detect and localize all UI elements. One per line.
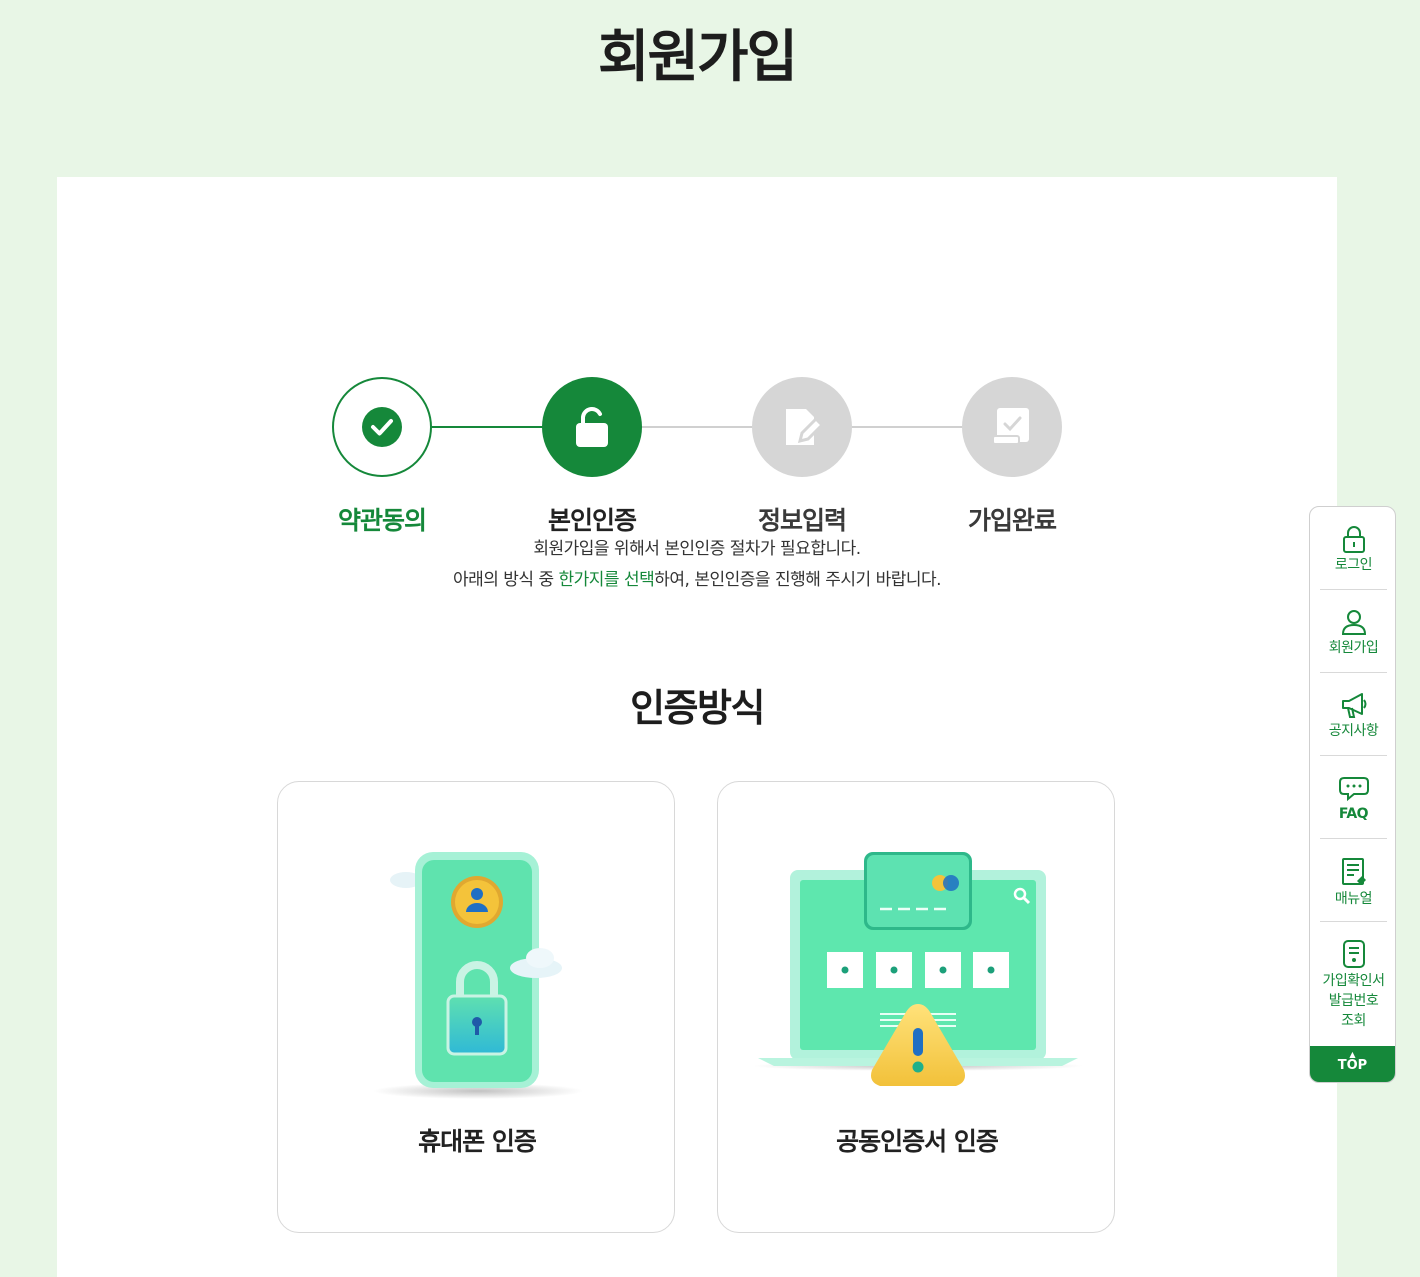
quick-menu-signup-confirmation[interactable]: 가입확인서 발급번호 조회: [1318, 939, 1389, 1031]
chat-bubble-icon: [1338, 777, 1369, 802]
quick-menu-label-line: 조회: [1341, 1013, 1366, 1029]
quick-menu-divider: [1320, 921, 1387, 922]
quick-menu-label: FAQ: [1338, 806, 1369, 822]
quick-menu-label: 공지사항: [1328, 723, 1379, 739]
phone-lock-illustration: [373, 852, 583, 1099]
edit-document-icon: [786, 409, 824, 445]
step-label: 정보입력: [757, 506, 847, 535]
content-panel: 약관동의 본인인증 정보입력 가입완료 회원가입을 위해서 본인인증 절차가 필…: [57, 177, 1337, 1277]
step-identity-verification: 본인인증: [512, 377, 672, 537]
intro-text: 회원가입을 위해서 본인인증 절차가 필요합니다. 아래의 방식 중 한가지를 …: [57, 534, 1337, 596]
certificate-verification-label: 공동인증서 인증: [836, 1127, 999, 1156]
quick-menu-manual[interactable]: 매뉴얼: [1318, 857, 1389, 909]
unlock-icon: [576, 407, 608, 447]
quick-menu: 로그인 회원가입 공지사항 FAQ 매뉴얼 가입확인서 발급번호 조회 ▲ TO…: [1309, 506, 1396, 1083]
intro-line-2-suffix: 하여, 본인인증을 진행해 주시기 바랍니다.: [654, 570, 942, 590]
step-label: 본인인증: [547, 506, 637, 535]
quick-menu-label: 회원가입: [1328, 640, 1379, 656]
quick-menu-label: 로그인: [1334, 557, 1373, 573]
quick-menu-login[interactable]: 로그인: [1318, 525, 1389, 575]
step-label: 가입완료: [967, 506, 1057, 535]
check-icon: [362, 407, 402, 447]
lock-icon: [1342, 526, 1365, 553]
manual-icon: [1341, 858, 1366, 885]
quick-menu-label: 매뉴얼: [1334, 891, 1373, 907]
step-info-input: 정보입력: [722, 377, 882, 537]
scroll-top-label: TOP: [1337, 1058, 1368, 1073]
scroll-top-button[interactable]: ▲ TOP: [1310, 1046, 1395, 1082]
quick-menu-divider: [1320, 755, 1387, 756]
quick-menu-divider: [1320, 672, 1387, 673]
quick-menu-notice[interactable]: 공지사항: [1318, 691, 1389, 741]
user-icon: [1341, 610, 1366, 635]
certificate-verification-card[interactable]: 공동인증서 인증: [717, 781, 1115, 1233]
intro-line-2: 아래의 방식 중 한가지를 선택하여, 본인인증을 진행해 주시기 바랍니다.: [57, 565, 1337, 596]
step-indicator: 약관동의 본인인증 정보입력 가입완료: [57, 277, 1337, 535]
intro-line-1: 회원가입을 위해서 본인인증 절차가 필요합니다.: [533, 539, 861, 559]
quick-menu-faq[interactable]: FAQ: [1318, 774, 1389, 824]
receipt-icon: [1342, 940, 1365, 968]
quick-menu-label-line: 발급번호: [1328, 993, 1379, 1009]
intro-line-2-prefix: 아래의 방식 중: [452, 570, 559, 590]
step-circle-done: [332, 377, 432, 477]
completed-document-icon: [992, 408, 1029, 445]
method-section-title: 인증방식: [630, 686, 765, 730]
megaphone-icon: [1341, 693, 1366, 718]
step-signup-complete: 가입완료: [932, 377, 1092, 537]
step-terms-agreement: 약관동의: [302, 377, 462, 537]
laptop-certificate-illustration: [753, 852, 1083, 1086]
quick-menu-divider: [1320, 838, 1387, 839]
phone-verification-label: 휴대폰 인증: [418, 1127, 537, 1156]
quick-menu-signup[interactable]: 회원가입: [1318, 608, 1389, 658]
quick-menu-divider: [1320, 589, 1387, 590]
step-circle-todo: [752, 377, 852, 477]
step-circle-todo: [962, 377, 1062, 477]
page-title: 회원가입: [597, 25, 798, 90]
step-label: 약관동의: [337, 506, 427, 535]
step-circle-active: [542, 377, 642, 477]
phone-verification-card[interactable]: 휴대폰 인증: [277, 781, 675, 1233]
quick-menu-label-line: 가입확인서: [1322, 973, 1385, 989]
intro-highlight: 한가지를 선택: [558, 570, 655, 590]
